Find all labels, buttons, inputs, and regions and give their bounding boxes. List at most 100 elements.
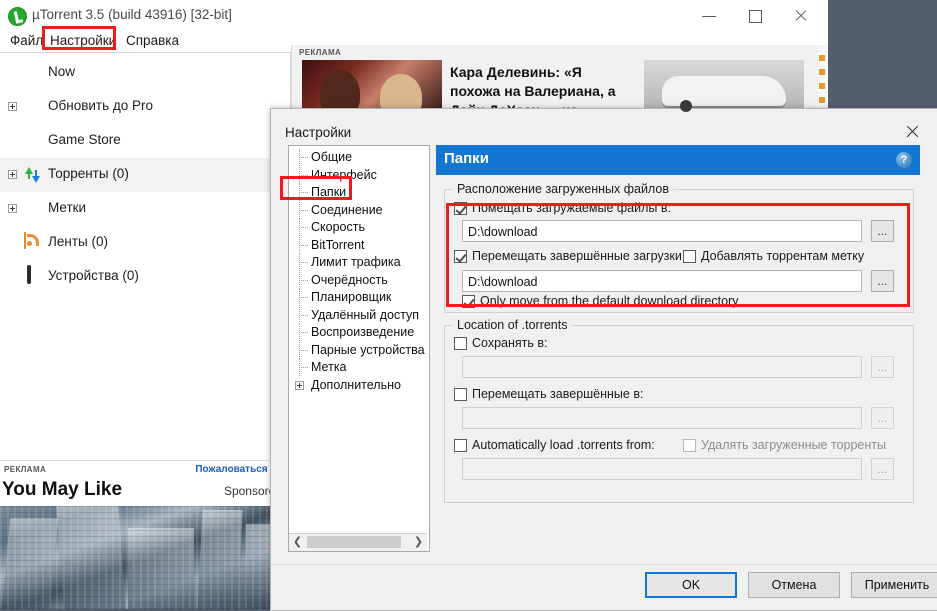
browse-move-completed-torrents-button[interactable]: ...	[871, 407, 894, 429]
label-move-completed-torrents: Перемещать завершённые в:	[472, 387, 643, 401]
label-autoload-torrents: Automatically load .torrents from:	[472, 438, 655, 452]
tree-branch-icon	[299, 315, 308, 316]
sidebar-item-labels[interactable]: Метки	[0, 192, 290, 226]
tree-branch-icon	[299, 245, 308, 246]
tree-item-general[interactable]: Общие	[289, 149, 427, 167]
sidebar-item-label: Метки	[48, 200, 86, 215]
tree-item-label: Воспроизведение	[311, 325, 414, 339]
panel-header: Папки ?	[436, 145, 920, 175]
sidebar: Now Обновить до Pro Game Store Торренты …	[0, 53, 290, 460]
settings-category-tree[interactable]: Общие Интерфейс Папки Соединение Скорост…	[288, 145, 430, 552]
tree-item-label: Очерёдность	[311, 273, 388, 287]
sidebar-item-feeds[interactable]: Ленты (0)	[0, 226, 290, 260]
tree-item-label: Планировщик	[311, 290, 391, 304]
tree-item-paired-devices[interactable]: Парные устройства	[289, 342, 427, 360]
settings-dialog: Настройки Общие Интерфейс Папки Соединен…	[270, 108, 937, 611]
tree-item-connection[interactable]: Соединение	[289, 202, 427, 220]
tree-branch-icon	[299, 210, 308, 211]
ad-image-buildings[interactable]	[0, 506, 275, 609]
cancel-button[interactable]: Отмена	[748, 572, 840, 598]
tree-item-label: Удалённый доступ	[311, 308, 419, 322]
sidebar-item-upgrade-pro[interactable]: Обновить до Pro	[0, 90, 290, 124]
tree-item-label: Лимит трафика	[311, 255, 401, 269]
ad-label: РЕКЛАМА	[4, 465, 46, 474]
expander-icon[interactable]	[8, 170, 17, 179]
tree-item-bittorrent[interactable]: BitTorrent	[289, 237, 427, 255]
rss-icon	[22, 233, 42, 253]
browse-store-torrents-button[interactable]: ...	[871, 356, 894, 378]
sidebar-item-label: Обновить до Pro	[48, 98, 153, 113]
tree-item-speed[interactable]: Скорость	[289, 219, 427, 237]
tree-item-remote-access[interactable]: Удалённый доступ	[289, 307, 427, 325]
tree-item-playback[interactable]: Воспроизведение	[289, 324, 427, 342]
tree-branch-icon	[299, 350, 308, 351]
close-button[interactable]	[778, 0, 824, 32]
expander-icon[interactable]	[8, 102, 17, 111]
menu-item-help[interactable]: Справка	[122, 32, 183, 49]
utorrent-pro-icon	[22, 97, 42, 117]
tree-branch-icon	[299, 297, 308, 298]
page-title: Папки	[444, 150, 489, 167]
sidebar-item-torrents[interactable]: Торренты (0)	[0, 158, 290, 192]
download-locations-highlight-box	[446, 203, 910, 307]
tree-item-advanced[interactable]: Дополнительно	[289, 377, 427, 395]
sidebar-item-devices[interactable]: Устройства (0)	[0, 260, 290, 294]
bottom-advertisement[interactable]: РЕКЛАМА Пожаловаться на You May Like Spo…	[0, 460, 290, 609]
sidebar-item-now[interactable]: Now	[0, 56, 290, 90]
tree-item-label: BitTorrent	[311, 238, 365, 252]
tree-branch-icon	[299, 157, 308, 158]
title-bar: µTorrent 3.5 (build 43916) [32-bit]	[0, 0, 828, 33]
sidebar-item-label: Устройства (0)	[48, 268, 139, 283]
scroll-right-icon[interactable]: ❯	[410, 534, 427, 550]
checkbox-store-torrents-in[interactable]	[454, 337, 467, 350]
game-controller-icon	[22, 131, 42, 151]
tree-item-label: Соединение	[311, 203, 383, 217]
settings-panel: Папки ? Расположение загруженных файлов …	[436, 145, 920, 550]
tree-branch-icon	[299, 332, 308, 333]
minimize-button[interactable]	[686, 0, 732, 32]
ad-label: РЕКЛАМА	[299, 48, 341, 57]
folders-tree-highlight-box	[280, 176, 352, 200]
expander-icon[interactable]	[8, 204, 17, 213]
label-delete-loaded-torrents: Удалять загруженные торренты	[701, 438, 886, 452]
tree-branch-icon	[299, 262, 308, 263]
footer-divider	[271, 564, 937, 565]
sidebar-item-game-store[interactable]: Game Store	[0, 124, 290, 158]
sidebar-item-label: Торренты (0)	[48, 166, 129, 181]
input-move-completed-torrents-path[interactable]	[462, 407, 862, 429]
browse-autoload-path-button[interactable]: ...	[871, 458, 894, 480]
checkbox-delete-loaded-torrents[interactable]	[683, 439, 696, 452]
apply-button[interactable]: Применить	[851, 572, 937, 598]
window-title: µTorrent 3.5 (build 43916) [32-bit]	[32, 7, 232, 22]
checkbox-autoload-torrents[interactable]	[454, 439, 467, 452]
scrollbar-thumb[interactable]	[307, 536, 401, 548]
scroll-left-icon[interactable]: ❮	[289, 534, 306, 550]
input-store-torrents-path[interactable]	[462, 356, 862, 378]
tree-item-label: Дополнительно	[311, 378, 401, 392]
group-title: Расположение загруженных файлов	[453, 182, 673, 196]
tree-item-traffic-limit[interactable]: Лимит трафика	[289, 254, 427, 272]
help-icon[interactable]: ?	[896, 152, 912, 168]
tree-item-label: Парные устройства	[311, 343, 425, 357]
close-icon[interactable]	[894, 117, 930, 147]
tree-item-scheduler[interactable]: Планировщик	[289, 289, 427, 307]
tree-horizontal-scrollbar[interactable]: ❮ ❯	[289, 533, 427, 551]
transfer-arrows-icon	[22, 165, 42, 185]
sidebar-item-label: Now	[48, 64, 75, 79]
tree-item-queue[interactable]: Очерёдность	[289, 272, 427, 290]
ad-report-link[interactable]: Пожаловаться на	[195, 464, 282, 475]
checkbox-move-completed-torrents[interactable]	[454, 388, 467, 401]
ok-button[interactable]: OK	[645, 572, 737, 598]
tree-item-label: Общие	[311, 150, 352, 164]
dialog-title: Настройки	[285, 125, 351, 140]
input-autoload-path[interactable]	[462, 458, 862, 480]
now-icon	[22, 63, 42, 83]
tree-item-label: Скорость	[311, 220, 365, 234]
maximize-button[interactable]	[732, 0, 778, 32]
sidebar-item-label: Ленты (0)	[48, 234, 108, 249]
tree-item-label[interactable]: Метка	[289, 359, 427, 377]
settings-menu-highlight-box	[42, 26, 116, 50]
tree-branch-icon	[299, 367, 308, 368]
tree-item-label: Метка	[311, 360, 347, 374]
expander-icon[interactable]	[295, 381, 304, 390]
